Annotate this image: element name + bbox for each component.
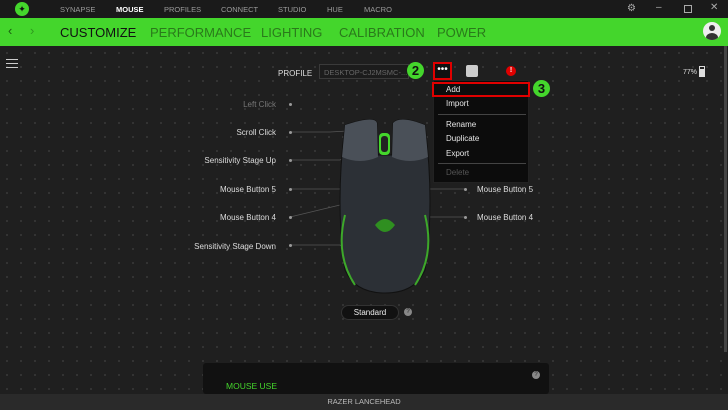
- nav-connect[interactable]: CONNECT: [221, 5, 258, 14]
- profile-value: DESKTOP-CJ2MSMC-...: [324, 68, 407, 77]
- minimize-icon[interactable]: –: [656, 2, 662, 13]
- label-scroll-click[interactable]: Scroll Click: [156, 128, 276, 137]
- user-avatar[interactable]: [703, 22, 721, 40]
- label-mouse-button-5-left[interactable]: Mouse Button 5: [156, 185, 276, 194]
- scrollbar[interactable]: [724, 46, 727, 352]
- profile-select[interactable]: DESKTOP-CJ2MSMC-...: [319, 64, 409, 79]
- profile-options-menu: Add Import Rename Duplicate Export Delet…: [433, 80, 529, 183]
- mode-label: Standard: [354, 308, 386, 317]
- forward-arrow-icon[interactable]: ›: [30, 23, 34, 38]
- menu-item-export[interactable]: Export: [446, 149, 469, 158]
- warning-icon: !: [506, 66, 516, 76]
- label-left-click[interactable]: Left Click: [156, 100, 276, 109]
- profile-label: PROFILE: [278, 69, 312, 78]
- step-badge-3: 3: [533, 80, 550, 97]
- label-sensitivity-stage-up[interactable]: Sensitivity Stage Up: [156, 156, 276, 165]
- battery-icon: [699, 66, 705, 77]
- nav-synapse[interactable]: SYNAPSE: [60, 5, 95, 14]
- nav-profiles[interactable]: PROFILES: [164, 5, 201, 14]
- tab-performance[interactable]: PERFORMANCE: [150, 25, 251, 40]
- menu-item-duplicate[interactable]: Duplicate: [446, 134, 479, 143]
- tab-customize[interactable]: CUSTOMIZE: [60, 25, 136, 40]
- panel-title: MOUSE USE: [226, 381, 277, 391]
- step-badge-2: 2: [407, 62, 424, 79]
- menu-item-add-label[interactable]: Add: [446, 85, 460, 94]
- sub-nav-bar: ‹ › CUSTOMIZE PERFORMANCE LIGHTING CALIB…: [0, 18, 728, 46]
- mode-button[interactable]: Standard: [341, 305, 399, 320]
- menu-item-delete: Delete: [446, 168, 469, 177]
- menu-item-import[interactable]: Import: [446, 99, 469, 108]
- maximize-icon[interactable]: [684, 5, 692, 13]
- back-arrow-icon[interactable]: ‹: [8, 23, 12, 38]
- label-mouse-button-4-left[interactable]: Mouse Button 4: [156, 213, 276, 222]
- nav-macro[interactable]: MACRO: [364, 5, 392, 14]
- close-icon[interactable]: ✕: [710, 2, 718, 13]
- battery-level: 77%: [683, 69, 697, 76]
- menu-item-rename[interactable]: Rename: [446, 120, 476, 129]
- label-mouse-button-5-right[interactable]: Mouse Button 5: [477, 185, 533, 194]
- tab-calibration[interactable]: CALIBRATION: [339, 25, 425, 40]
- tab-power[interactable]: POWER: [437, 25, 486, 40]
- settings-gear-icon[interactable]: ⚙: [627, 3, 636, 14]
- device-name: RAZER LANCEHEAD: [327, 397, 400, 406]
- device-status-bar: RAZER LANCEHEAD: [0, 394, 728, 410]
- mouse-use-panel: MOUSE USE ?: [203, 363, 549, 394]
- panel-help-icon[interactable]: ?: [532, 371, 540, 379]
- label-mouse-button-4-right[interactable]: Mouse Button 4: [477, 213, 533, 222]
- help-icon[interactable]: ?: [404, 308, 412, 316]
- nav-mouse[interactable]: MOUSE: [116, 5, 144, 14]
- title-bar: ✦ SYNAPSE MOUSE PROFILES CONNECT STUDIO …: [0, 0, 728, 18]
- label-sensitivity-stage-down[interactable]: Sensitivity Stage Down: [156, 242, 276, 251]
- nav-studio[interactable]: STUDIO: [278, 5, 306, 14]
- nav-hue[interactable]: HUE: [327, 5, 343, 14]
- more-options-button[interactable]: •••: [433, 62, 452, 80]
- tab-lighting[interactable]: LIGHTING: [261, 25, 322, 40]
- razer-logo-icon: ✦: [15, 2, 29, 16]
- save-profile-icon[interactable]: [466, 65, 478, 77]
- hamburger-menu-icon[interactable]: [6, 59, 18, 68]
